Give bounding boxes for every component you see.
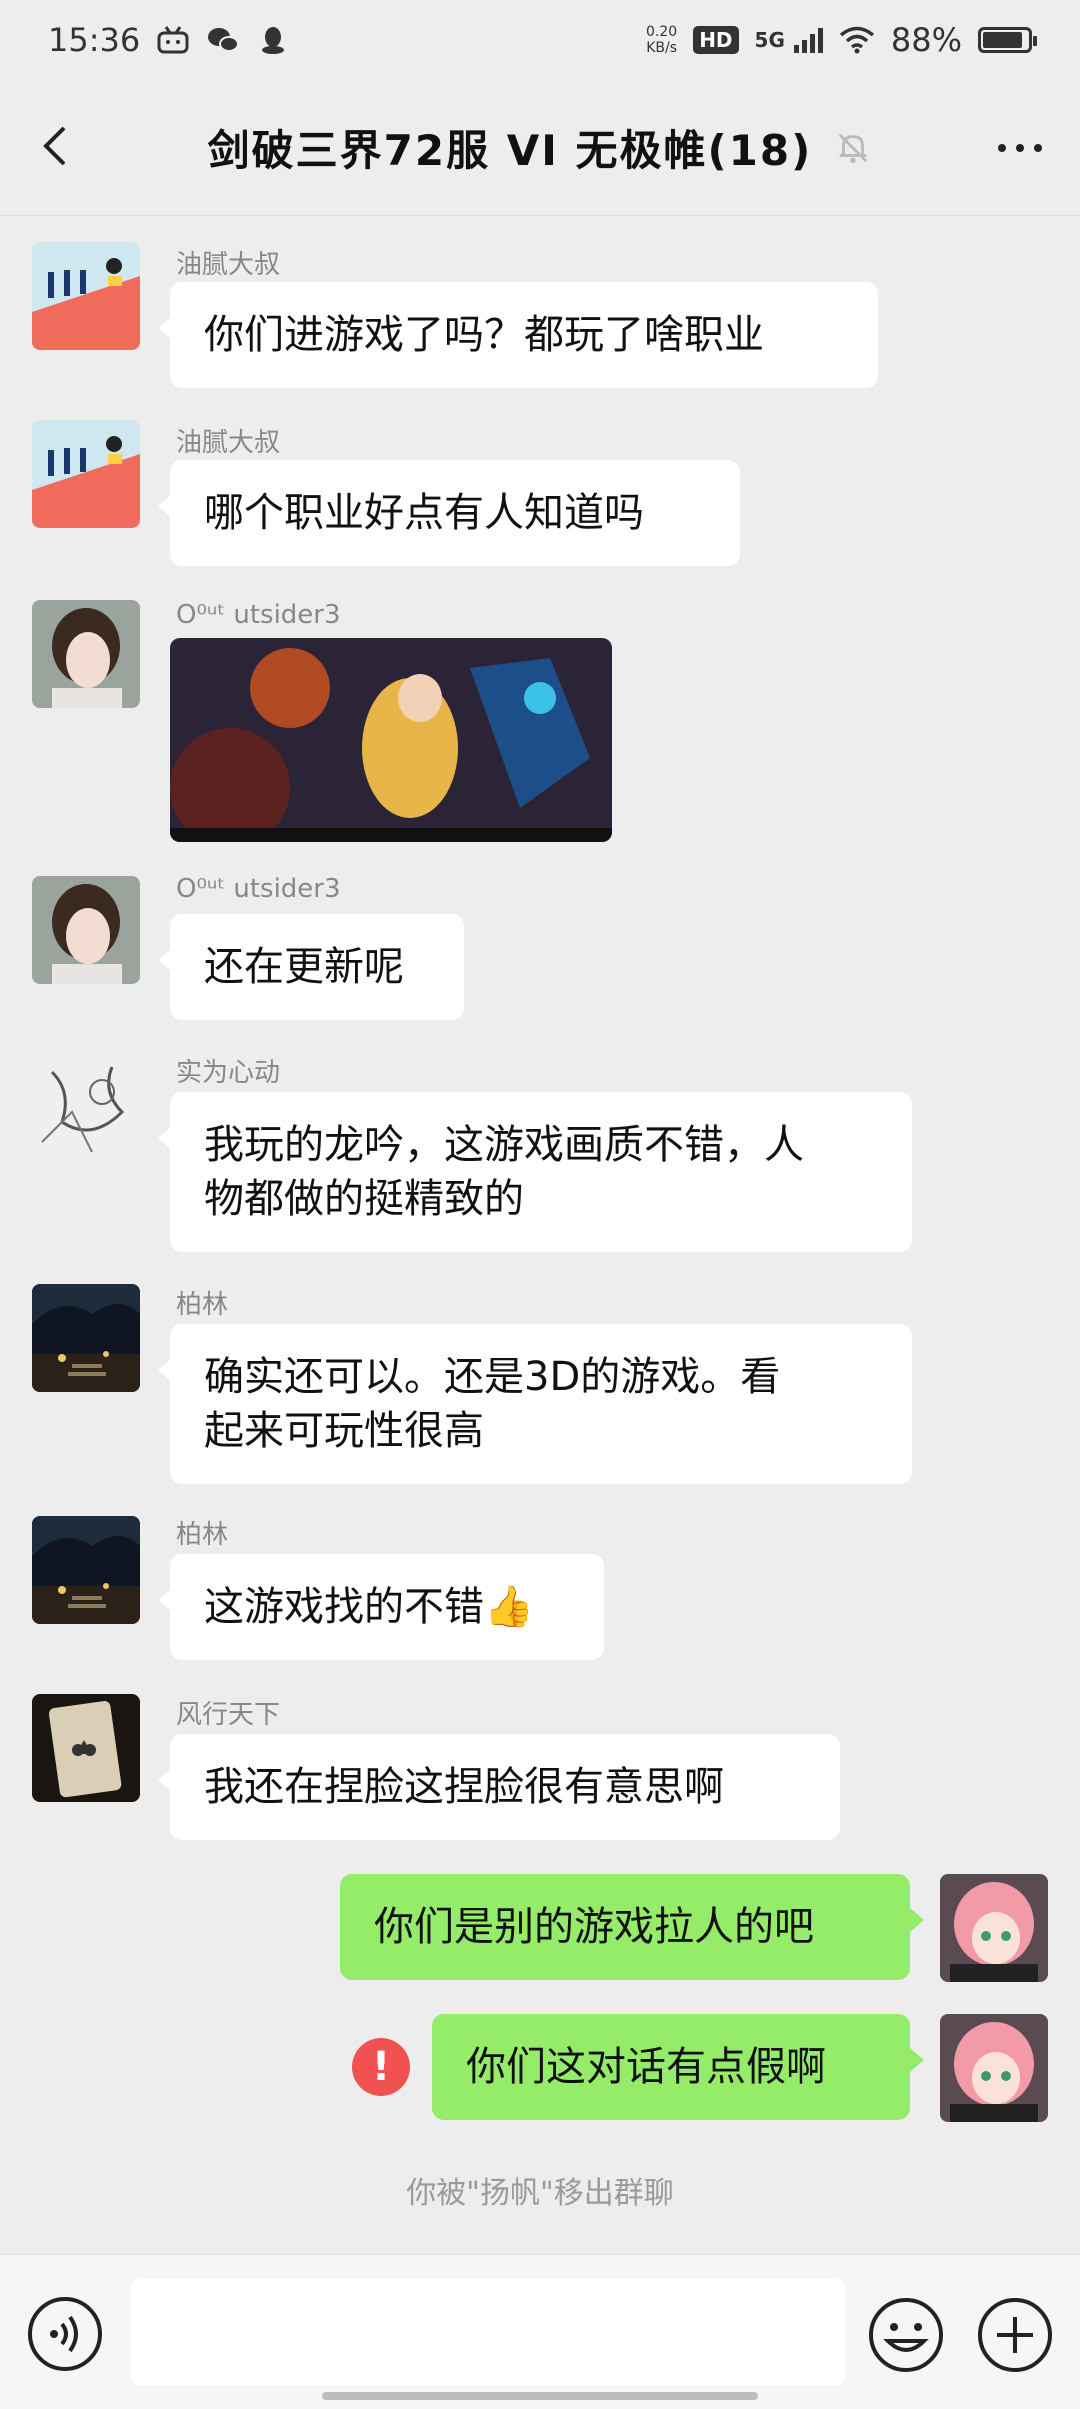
plus-icon[interactable] <box>975 2295 1055 2375</box>
message-text: 哪个职业好点有人知道吗 <box>204 490 644 536</box>
voice-icon[interactable] <box>26 2295 104 2373</box>
sender-name: 柏林 <box>176 1290 229 1320</box>
wechat-icon <box>208 28 240 52</box>
avatar-night[interactable] <box>32 1516 140 1624</box>
status-time: 15:36 <box>48 21 141 59</box>
message-bubble[interactable]: 我还在捏脸这捏脸很有意思啊 <box>158 1734 840 1840</box>
battery-percent: 88% <box>890 21 962 59</box>
message-bubble[interactable]: 还在更新呢 <box>158 914 464 1020</box>
home-indicator[interactable] <box>322 2392 758 2400</box>
message-bubble[interactable]: 确实还可以。还是3D的游戏。看 起来可玩性很高 <box>158 1324 912 1484</box>
sender-name: 风行天下 <box>176 1700 281 1730</box>
avatar-landscape[interactable] <box>32 420 140 528</box>
status-bar: 15:36 0.20 KB/s HD 5G 88% <box>0 0 1080 80</box>
sent-message-bubble[interactable]: 你们这对话有点假啊 <box>432 2014 924 2120</box>
message-text: 我还在捏脸这捏脸很有意思啊 <box>204 1764 724 1810</box>
message-text-line: 确实还可以。还是3D的游戏。看 <box>204 1354 781 1400</box>
hd-badge: HD <box>693 26 739 54</box>
sender-name: 柏林 <box>176 1520 229 1550</box>
avatar-anime[interactable] <box>940 1874 1048 1982</box>
message-bubble[interactable]: 哪个职业好点有人知道吗 <box>158 460 740 566</box>
chat-header: 剑破三界72服 VI 无极帷(18) <box>0 80 1080 216</box>
message-bubble[interactable]: 你们进游戏了吗？都玩了啥职业 <box>158 282 878 388</box>
bell-off-icon <box>839 133 868 163</box>
message-input[interactable] <box>130 2279 846 2385</box>
input-bar <box>0 2254 1080 2409</box>
chat-title[interactable]: 剑破三界72服 VI 无极帷(18) <box>208 117 813 178</box>
sender-name: O⁰ᵘᵗ utsider3 <box>176 600 341 630</box>
status-left: 15:36 <box>48 21 290 59</box>
status-right: 0.20 KB/s HD 5G 88% <box>646 21 1037 59</box>
avatar-night[interactable] <box>32 1284 140 1392</box>
message-text-line: 物都做的挺精致的 <box>204 1176 524 1222</box>
sender-name: 油腻大叔 <box>176 250 281 280</box>
system-notice: 你被"扬帆"移出群聊 <box>406 2176 674 2211</box>
image-message[interactable] <box>170 638 612 842</box>
sender-name: O⁰ᵘᵗ utsider3 <box>176 874 341 904</box>
message-bubble[interactable]: 这游戏找的不错👍 <box>158 1554 604 1660</box>
more-dots-icon[interactable] <box>988 116 1052 180</box>
message-text: 你们是别的游戏拉人的吧 <box>374 1904 814 1950</box>
avatar-sketch[interactable] <box>32 1052 140 1160</box>
send-failed-icon[interactable]: ! <box>352 2038 410 2096</box>
bilibili-icon <box>157 26 189 54</box>
net-speed: 0.20 KB/s <box>646 24 678 56</box>
title-wrap: 剑破三界72服 VI 无极帷(18) <box>208 117 873 178</box>
avatar-anime[interactable] <box>940 2014 1048 2122</box>
message-text: 你们这对话有点假啊 <box>466 2044 826 2090</box>
chevron-left-icon[interactable] <box>28 116 88 176</box>
wifi-icon <box>839 26 874 54</box>
message-text-line: 起来可玩性很高 <box>204 1408 484 1454</box>
message-text-line: 我玩的龙吟，这游戏画质不错，人 <box>204 1122 804 1168</box>
message-text: 还在更新呢 <box>204 944 404 990</box>
emoji-icon[interactable] <box>866 2295 946 2375</box>
sender-name: 油腻大叔 <box>176 428 281 458</box>
message-bubble[interactable]: 我玩的龙吟，这游戏画质不错，人 物都做的挺精致的 <box>158 1092 912 1252</box>
battery-fill <box>983 32 1022 48</box>
message-text: 你们进游戏了吗？都玩了啥职业 <box>204 312 764 358</box>
sent-message-bubble[interactable]: 你们是别的游戏拉人的吧 <box>340 1874 924 1980</box>
avatar-girl[interactable] <box>32 876 140 984</box>
signal-icon <box>793 28 823 53</box>
network-label: 5G <box>754 28 785 52</box>
qq-icon <box>262 27 285 54</box>
battery-icon <box>978 27 1037 53</box>
avatar-card[interactable] <box>32 1694 140 1802</box>
sender-name: 实为心动 <box>176 1058 281 1088</box>
thumbs-up-icon: 👍 <box>484 1584 534 1630</box>
avatar-landscape[interactable] <box>32 242 140 350</box>
avatar-girl[interactable] <box>32 600 140 708</box>
message-text: 这游戏找的不错 <box>204 1584 484 1630</box>
